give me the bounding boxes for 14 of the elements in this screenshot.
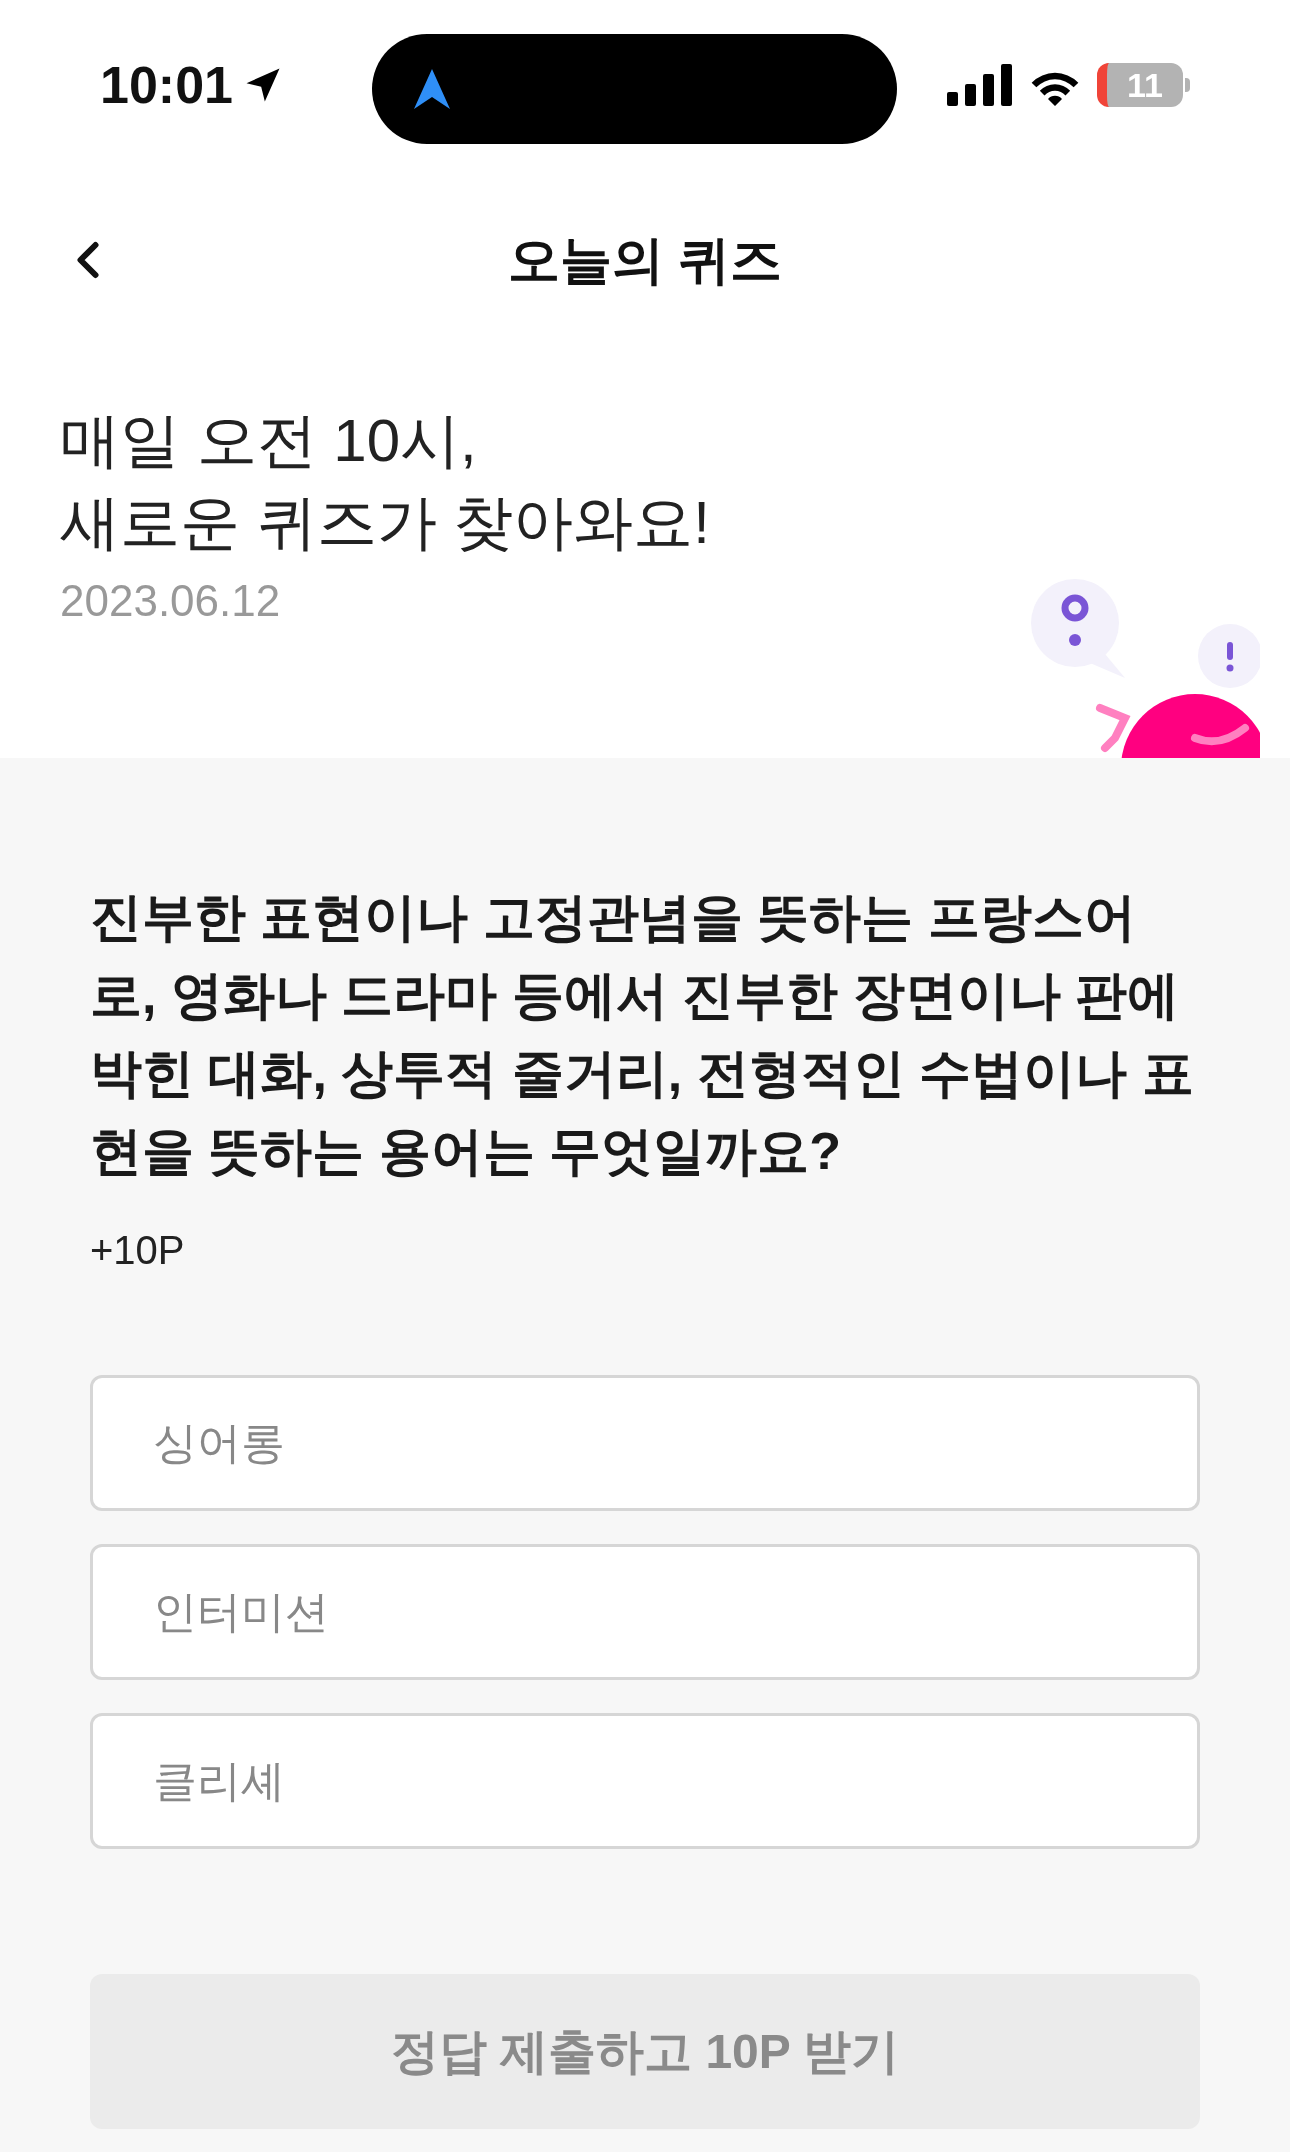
page-title: 오늘의 퀴즈: [507, 230, 783, 291]
intro-text: 매일 오전 10시,: [60, 406, 478, 476]
quiz-date: 2023.06.12: [60, 575, 282, 627]
battery-indicator: 11: [1097, 63, 1183, 107]
answer-option[interactable]: 싱어롱: [90, 1375, 1200, 1511]
battery-tip-icon: [1185, 78, 1190, 92]
answer-option[interactable]: 인터미션: [90, 1544, 1200, 1680]
question-text: 진부한 표현이나 고정관념을 뜻하는 프랑스어로, 영화나 드라마 등에서 진부한 장면이나 판에 박힌 대화, 상투적 줄거리, 전형적인 수법이나 표현을 뜻하는 용어는 무엇일까요?: [90, 887, 1195, 1182]
answer-option[interactable]: 클리셰: [90, 1713, 1200, 1849]
status-time: 10:01: [100, 55, 233, 116]
navigation-arrow-icon: [412, 67, 452, 111]
signal-icon: [947, 64, 1013, 106]
points-label: +10P: [90, 1227, 186, 1274]
intro-text: 새로운 퀴즈가 찾아와요!: [60, 488, 710, 558]
